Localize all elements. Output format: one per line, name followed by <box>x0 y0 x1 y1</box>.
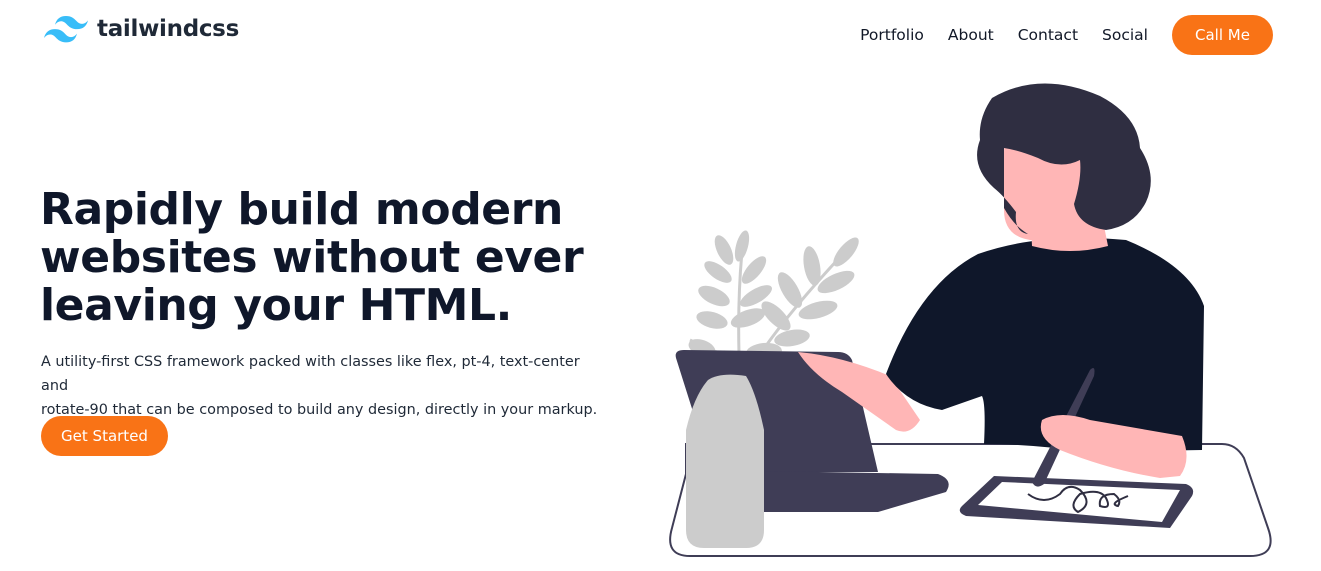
hero-title-line: websites without ever <box>40 232 584 283</box>
brand-logo[interactable]: tailwindcss <box>44 14 239 44</box>
nav-link-contact[interactable]: Contact <box>1018 15 1078 55</box>
hero-illustration <box>669 83 1272 557</box>
nav-link-social[interactable]: Social <box>1102 15 1148 55</box>
vase-icon <box>686 374 764 548</box>
nav-link-about[interactable]: About <box>948 15 994 55</box>
main-nav: Portfolio About Contact Social Call Me <box>860 15 1273 55</box>
call-me-button[interactable]: Call Me <box>1172 15 1273 55</box>
tailwind-logo-icon <box>44 15 88 43</box>
hero-subtitle-line: A utility-first CSS framework packed wit… <box>41 354 580 394</box>
hero-title-line: leaving your HTML. <box>40 280 512 331</box>
hero-title-line: Rapidly build modern <box>40 184 563 235</box>
brand-name: tailwindcss <box>97 16 239 42</box>
hero-subtitle: A utility-first CSS framework packed wit… <box>41 350 601 422</box>
get-started-button[interactable]: Get Started <box>41 416 168 456</box>
nav-link-portfolio[interactable]: Portfolio <box>860 15 924 55</box>
landing-page: tailwindcss Portfolio About Contact Soci… <box>0 0 1321 571</box>
hero-title: Rapidly build modern websites without ev… <box>40 186 640 330</box>
